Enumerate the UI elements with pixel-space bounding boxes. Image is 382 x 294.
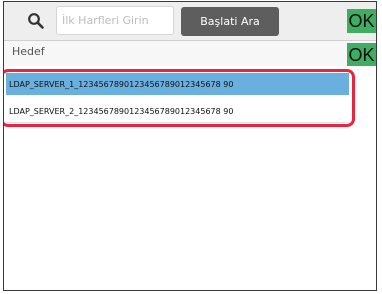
list-item-server-1[interactable]: LDAP_SERVER_1_12345678901234567890123456… (6, 73, 349, 95)
list-item-server-2[interactable]: LDAP_SERVER_2_12345678901234567890123456… (6, 101, 349, 123)
search-input[interactable] (56, 6, 174, 35)
start-search-button[interactable]: Başlati Ara (181, 7, 279, 36)
address-book-screen: Başlati Ara OK Hedef OK LDAP_SERVER_1_12… (3, 1, 377, 291)
server-list: LDAP_SERVER_1_12345678901234567890123456… (4, 66, 376, 290)
destination-label: Hedef (12, 45, 45, 58)
search-icon (28, 13, 44, 29)
ok-button-top[interactable]: OK (347, 9, 376, 33)
search-button[interactable] (18, 7, 54, 35)
search-toolbar: Başlati Ara OK (4, 2, 376, 41)
ok-button-destination[interactable]: OK (347, 43, 376, 67)
